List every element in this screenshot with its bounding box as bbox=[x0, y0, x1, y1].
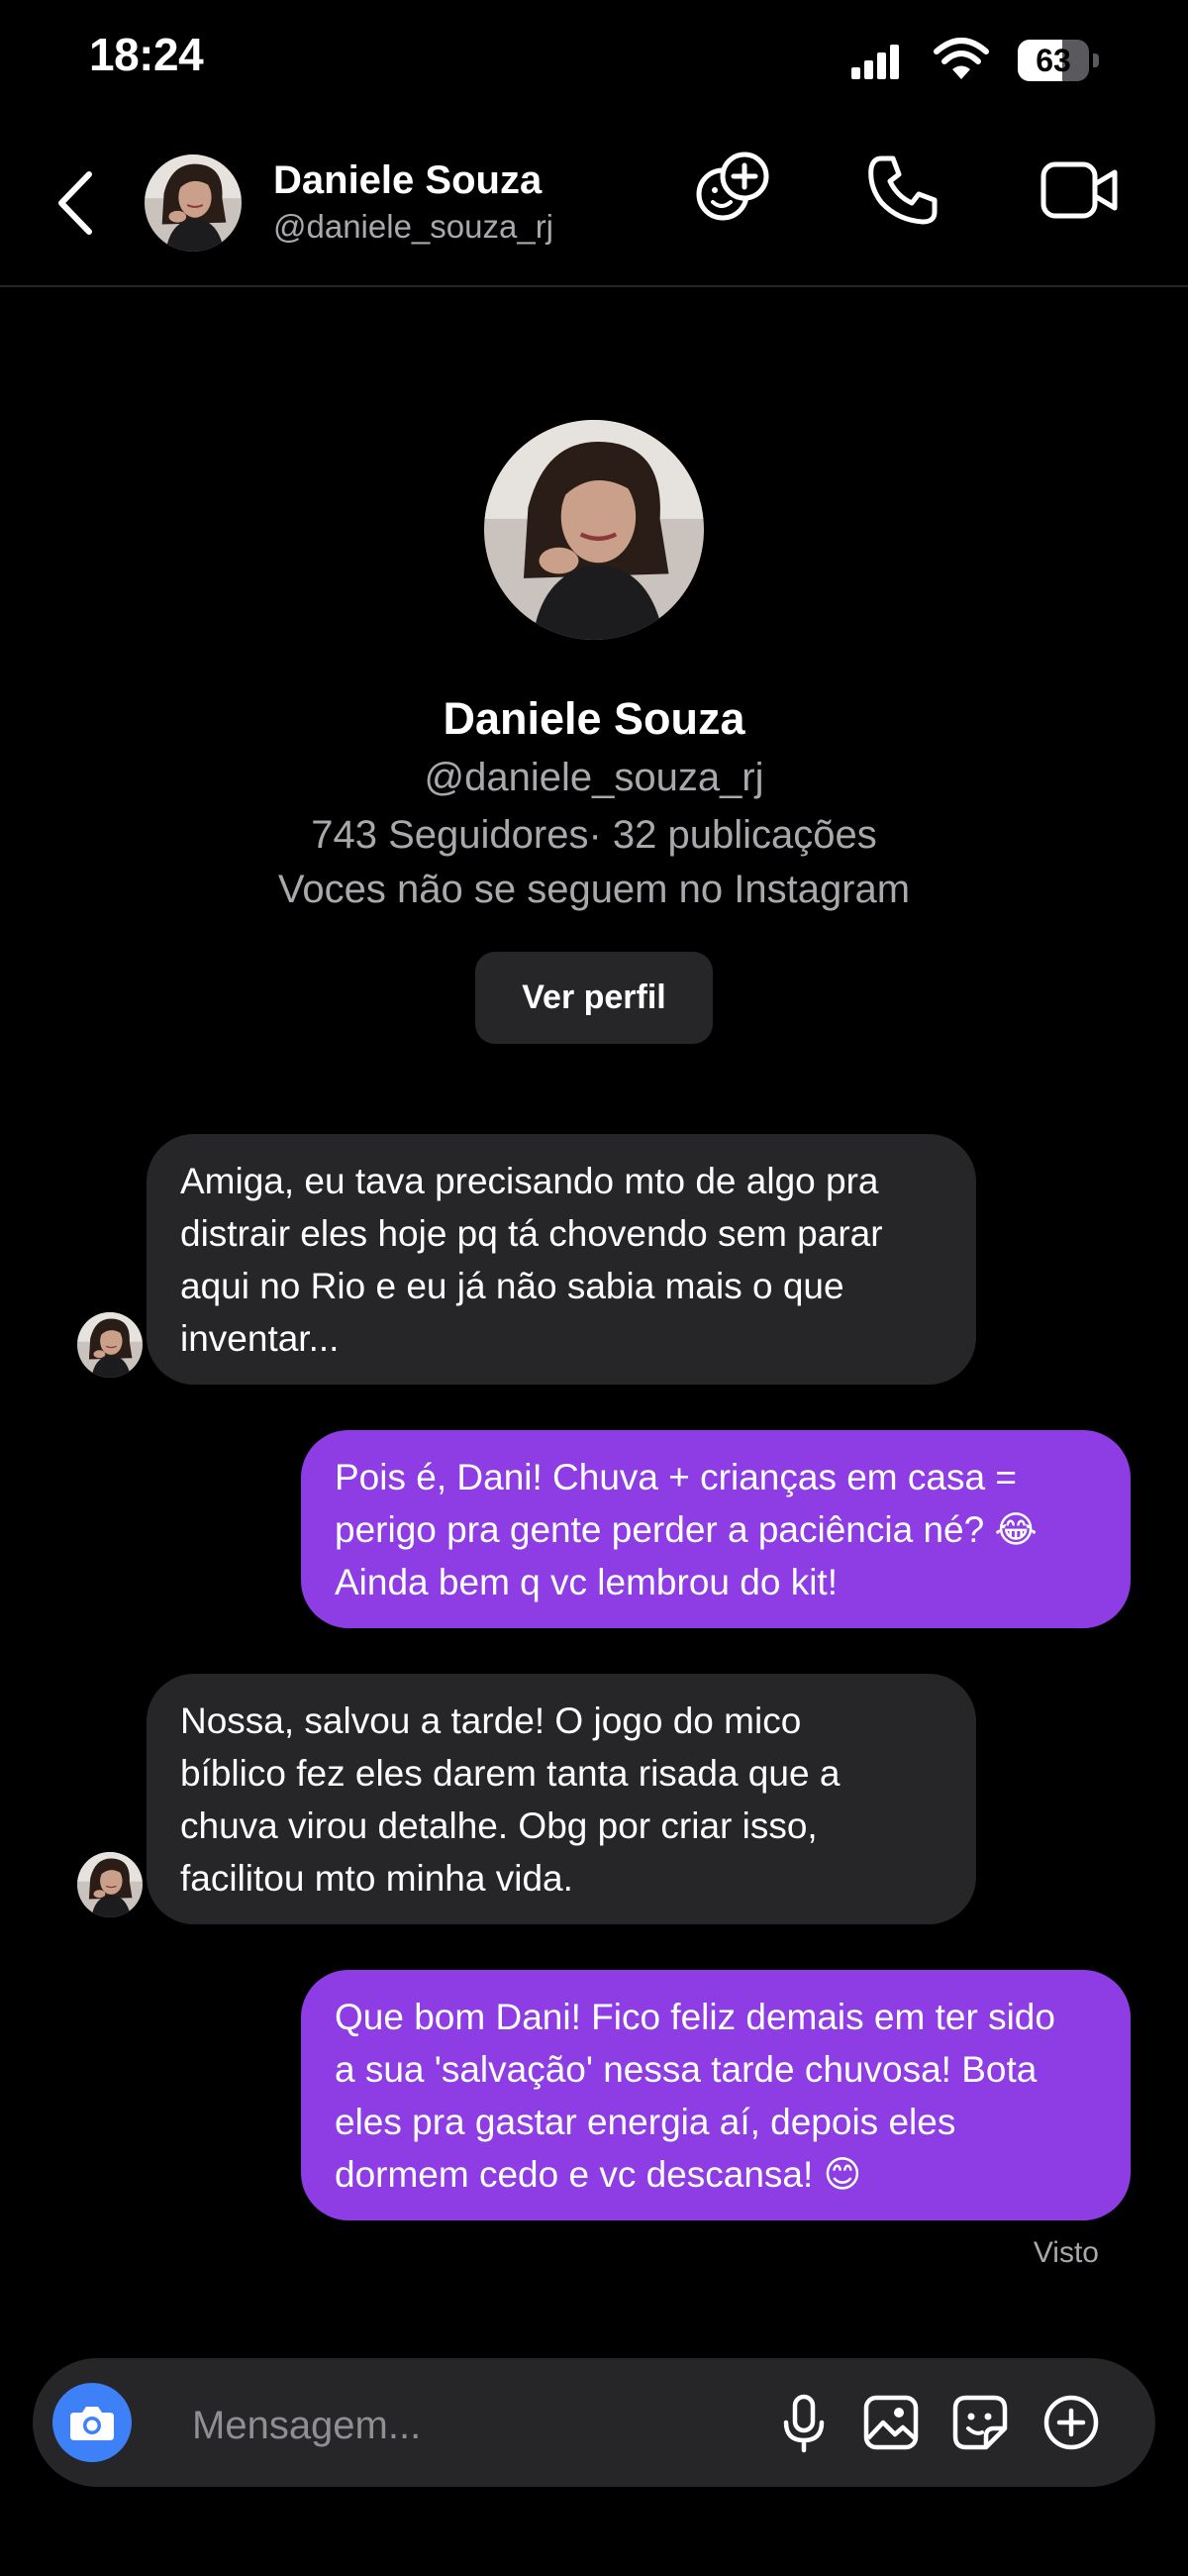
message-avatar[interactable] bbox=[77, 1312, 143, 1378]
microphone-icon[interactable] bbox=[772, 2391, 836, 2454]
header-avatar[interactable] bbox=[145, 155, 242, 252]
gallery-icon[interactable] bbox=[859, 2391, 923, 2454]
header-username[interactable]: @daniele_souza_rj bbox=[273, 208, 553, 246]
battery-level: 63 bbox=[1036, 43, 1071, 78]
phone-icon[interactable] bbox=[863, 151, 942, 230]
camera-button[interactable] bbox=[52, 2383, 132, 2462]
cellular-signal-icon bbox=[851, 44, 901, 79]
header-name[interactable]: Daniele Souza bbox=[273, 158, 542, 203]
header-divider bbox=[0, 285, 1188, 287]
back-chevron-icon[interactable] bbox=[51, 168, 101, 238]
plus-icon[interactable] bbox=[1040, 2391, 1103, 2454]
profile-username: @daniele_souza_rj bbox=[424, 756, 764, 799]
sticker-icon[interactable] bbox=[948, 2391, 1012, 2454]
video-icon[interactable] bbox=[1040, 151, 1119, 230]
message-bubble-incoming[interactable]: Amiga, eu tava precisando mto de algo pr… bbox=[147, 1134, 976, 1385]
profile-name: Daniele Souza bbox=[443, 693, 745, 744]
message-input[interactable] bbox=[190, 2397, 748, 2454]
profile-stats: 743 Seguidores· 32 publicações bbox=[311, 813, 877, 857]
battery-indicator: 63 bbox=[1018, 40, 1099, 83]
message-avatar[interactable] bbox=[77, 1852, 143, 1917]
camera-icon bbox=[70, 2407, 114, 2440]
profile-avatar[interactable] bbox=[484, 420, 704, 640]
status-time: 18:24 bbox=[89, 29, 204, 80]
wifi-icon bbox=[934, 38, 989, 79]
view-profile-button[interactable]: Ver perfil bbox=[475, 952, 713, 1044]
message-bubble-outgoing[interactable]: Que bom Dani! Fico feliz demais em ter s… bbox=[301, 1970, 1131, 2220]
add-person-icon[interactable] bbox=[693, 149, 772, 228]
seen-indicator: Visto bbox=[1033, 2236, 1099, 2269]
message-bubble-incoming[interactable]: Nossa, salvou a tarde! O jogo do mico bí… bbox=[147, 1674, 976, 1924]
follow-status: Voces não se seguem no Instagram bbox=[277, 868, 911, 911]
message-bubble-outgoing[interactable]: Pois é, Dani! Chuva + crianças em casa =… bbox=[301, 1430, 1131, 1628]
